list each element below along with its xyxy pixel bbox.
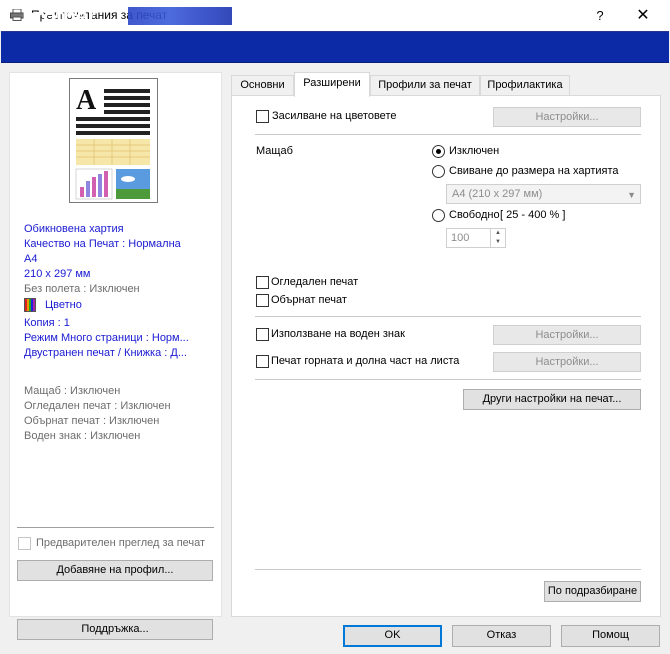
scale-free-range: [ 25 - 400 % ] xyxy=(500,209,566,221)
mirror-print-checkbox[interactable] xyxy=(256,276,269,289)
color-enhance-checkbox[interactable] xyxy=(256,110,269,123)
brand-banner xyxy=(1,31,669,63)
summary-paper-dimensions: 210 x 297 мм xyxy=(24,268,91,280)
tab-basic[interactable]: Основни xyxy=(231,75,294,95)
reverse-print-checkbox[interactable] xyxy=(256,294,269,307)
scale-free-label: Свободно xyxy=(449,209,500,221)
color-icon xyxy=(24,298,36,312)
banner-graphic xyxy=(128,7,232,25)
divider xyxy=(255,569,641,570)
ok-button[interactable]: OK xyxy=(343,625,442,647)
scale-label: Мащаб xyxy=(256,145,293,157)
summary-print-quality: Качество на Печат : Нормална xyxy=(24,238,181,250)
watermark-settings-button[interactable]: Настройки... xyxy=(493,325,641,345)
header-footer-checkbox[interactable] xyxy=(256,355,269,368)
summary-mirror: Огледален печат : Изключен xyxy=(24,400,171,412)
help-button[interactable]: Помощ xyxy=(561,625,660,647)
scale-fit-radio[interactable] xyxy=(432,165,445,178)
header-footer-label: Печат горната и долна част на листа xyxy=(271,355,460,367)
fit-paper-size-select[interactable]: A4 (210 x 297 мм) ▼ xyxy=(446,184,641,204)
divider xyxy=(255,316,641,317)
preview-checkbox[interactable] xyxy=(18,537,31,550)
fit-paper-size-value: A4 (210 x 297 мм) xyxy=(452,188,543,200)
close-icon[interactable]: ✕ xyxy=(620,2,666,29)
scale-free-radio[interactable] xyxy=(432,209,445,222)
other-settings-button[interactable]: Други настройки на печат... xyxy=(463,389,641,410)
document-preview-icon: A xyxy=(75,85,150,200)
add-profile-button[interactable]: Добавяне на профил... xyxy=(17,560,213,581)
cancel-button[interactable]: Отказ xyxy=(452,625,551,647)
summary-watermark: Воден знак : Изключен xyxy=(24,430,141,442)
scale-off-label: Изключен xyxy=(449,145,500,157)
tab-advanced[interactable]: Разширени xyxy=(294,72,370,97)
stepper-up-icon[interactable]: ▲ xyxy=(491,229,505,238)
scale-fit-label: Свиване до размера на хартията xyxy=(449,165,619,177)
summary-duplex: Двустранен печат / Книжка : Д... xyxy=(24,347,187,359)
page-preview: A xyxy=(69,78,158,203)
summary-paper-size: A4 xyxy=(24,253,38,265)
summary-reverse: Обърнат печат : Изключен xyxy=(24,415,160,427)
watermark-checkbox[interactable] xyxy=(256,328,269,341)
summary-media-type: Обикновена хартия xyxy=(24,223,124,235)
mirror-print-label: Огледален печат xyxy=(271,276,359,288)
summary-multipage: Режим Много страници : Норм... xyxy=(24,332,189,344)
summary-color-mode: Цветно xyxy=(45,299,82,311)
header-footer-settings-button[interactable]: Настройки... xyxy=(493,352,641,372)
color-enhance-settings-button[interactable]: Настройки... xyxy=(493,107,641,127)
preview-checkbox-label: Предварителен преглед за печат xyxy=(36,537,206,549)
scale-stepper[interactable]: ▲ ▼ xyxy=(490,229,505,247)
help-icon[interactable]: ? xyxy=(580,2,620,29)
divider xyxy=(255,134,641,135)
divider xyxy=(17,527,214,528)
scale-off-radio[interactable] xyxy=(432,145,445,158)
svg-text:A: A xyxy=(76,85,97,116)
summary-copies: Копия : 1 xyxy=(24,317,70,329)
summary-borderless: Без полета : Изключен xyxy=(24,283,140,295)
color-enhance-label: Засилване на цветовете xyxy=(272,110,397,122)
watermark-label: Използване на воден знак xyxy=(271,328,405,340)
brand-logo: brother xyxy=(22,4,96,29)
chevron-down-icon: ▼ xyxy=(627,190,636,200)
stepper-down-icon[interactable]: ▼ xyxy=(491,238,505,247)
reverse-print-label: Обърнат печат xyxy=(271,294,347,306)
support-button[interactable]: Поддръжка... xyxy=(17,619,213,640)
tab-print-profiles[interactable]: Профили за печат xyxy=(370,75,480,95)
tab-maintenance[interactable]: Профилактика xyxy=(480,75,570,95)
divider xyxy=(255,379,641,380)
default-button[interactable]: По подразбиране xyxy=(544,581,641,602)
summary-scale: Мащаб : Изключен xyxy=(24,385,121,397)
